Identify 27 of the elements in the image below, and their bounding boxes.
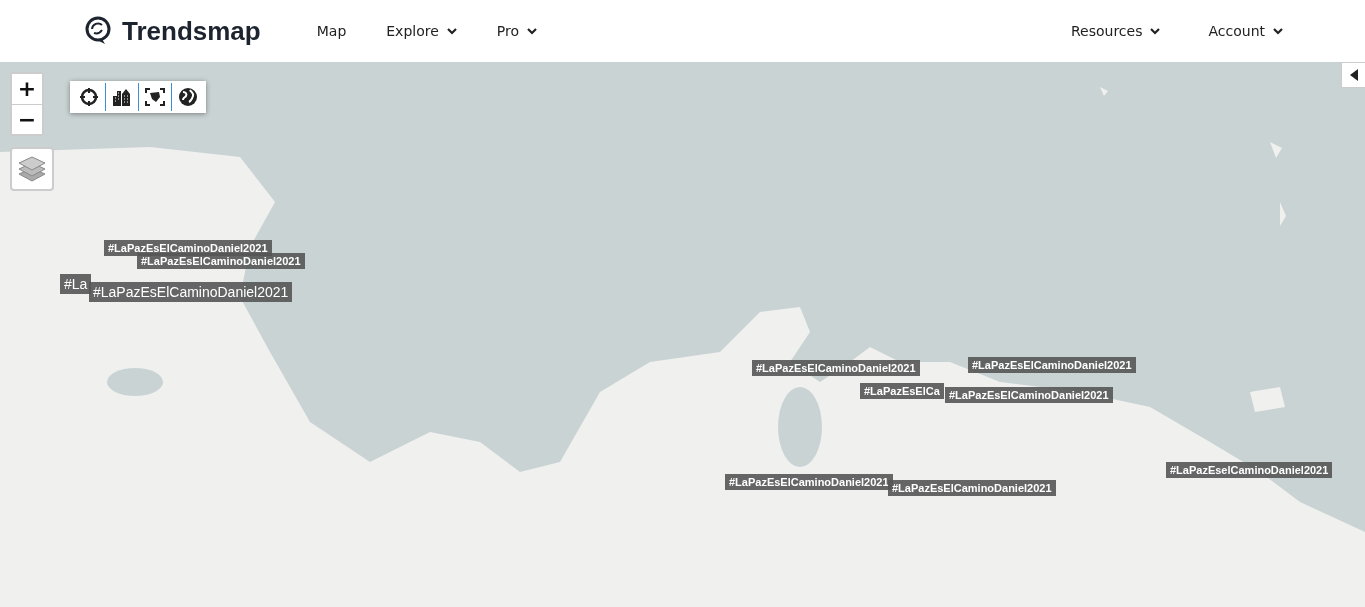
trend-label[interactable]: #LaPazEsElCaminoDaniel2021 [137, 253, 305, 269]
trend-label[interactable]: #LaPazEsElCaminoDaniel2021 [888, 480, 1056, 496]
nav-link[interactable]: Resources [1042, 23, 1181, 39]
trend-label[interactable]: #La [60, 274, 92, 294]
trend-label[interactable]: #LaPazEsElCaminoDaniel2021 [968, 357, 1136, 373]
trend-label[interactable]: #LaPazEsElCaminoDaniel2021 [104, 240, 272, 256]
nav-link[interactable]: Map [296, 23, 367, 39]
nav-link[interactable]: Account [1180, 23, 1303, 39]
crosshair-icon [79, 88, 98, 106]
nav-link[interactable]: Explore [366, 23, 477, 39]
focus-region-icon [145, 88, 165, 106]
brand-name[interactable]: Trendsmap [122, 15, 261, 47]
caret-left-icon [1349, 69, 1358, 81]
panel-toggle-button[interactable] [1341, 62, 1365, 88]
trend-label[interactable]: #LaPazEsElCaminoDaniel2021 [945, 387, 1113, 403]
globe-icon [178, 87, 198, 107]
trend-label[interactable]: #LaPazEsElCaminoDaniel2021 [725, 474, 893, 490]
nav-link[interactable]: Pro [476, 23, 558, 39]
layers-icon [18, 156, 46, 182]
zoom-out-button[interactable]: − [12, 104, 42, 134]
logo-icon [84, 16, 112, 46]
buildings-icon [112, 88, 132, 106]
trend-label[interactable]: #LaPazEsElCaminoDaniel2021 [752, 360, 920, 376]
trend-label[interactable]: #LaPazEselCaminoDaniel2021 [1166, 462, 1333, 478]
trend-label[interactable]: #LaPazEsElCaminoDaniel2021 [89, 282, 293, 302]
trend-label[interactable]: #LaPazEsElCa [860, 383, 944, 399]
layers-button[interactable] [10, 147, 54, 191]
